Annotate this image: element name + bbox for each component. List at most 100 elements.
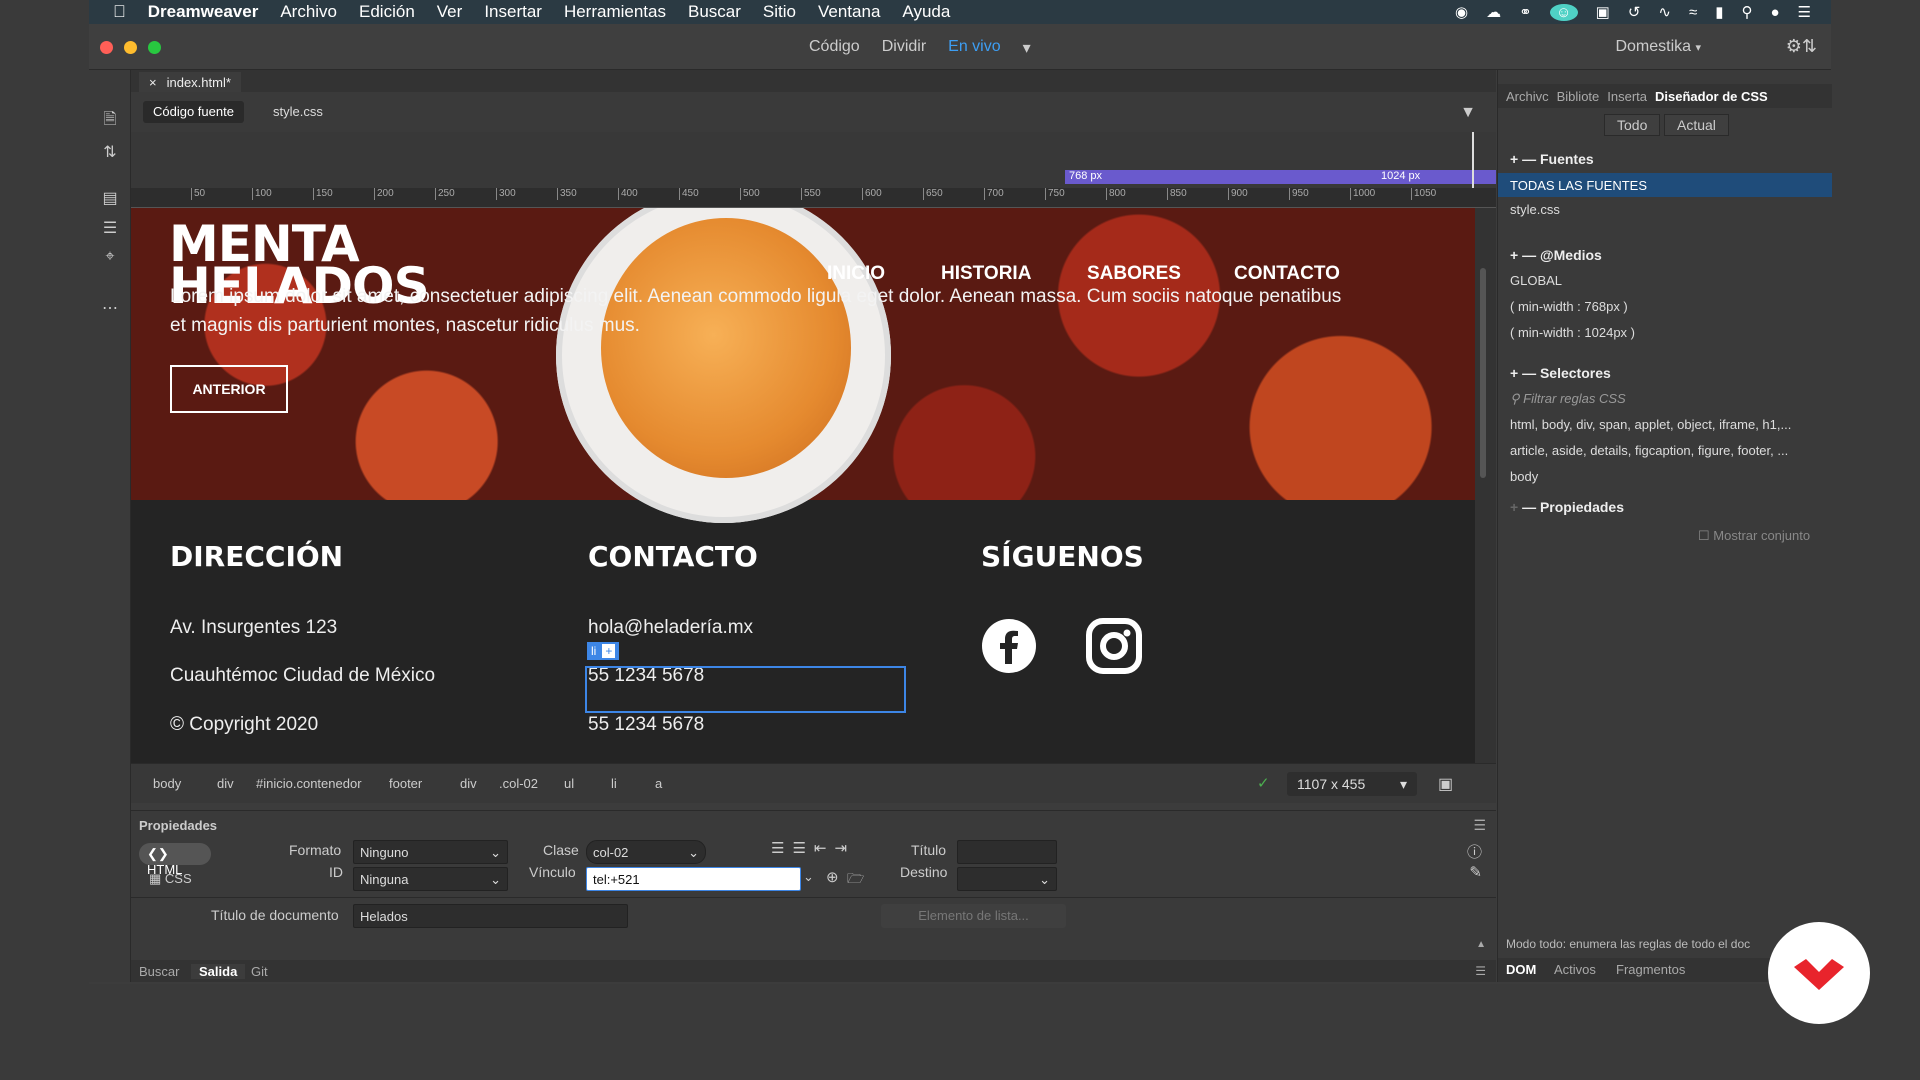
close-window-button[interactable] (100, 41, 113, 54)
dom-icon[interactable]: ☰ (99, 218, 121, 240)
bluetooth-icon[interactable]: ∿ (1658, 3, 1671, 21)
menu-sitio[interactable]: Sitio (763, 2, 796, 22)
scroll-thumb[interactable] (1480, 268, 1486, 478)
titulo-input[interactable] (957, 840, 1057, 864)
tag-inicio-contenedor[interactable]: #inicio.contenedor (256, 776, 362, 791)
mq-range-bar[interactable] (1065, 170, 1496, 184)
viewport-size-select[interactable]: 1107 x 455 ▾ (1287, 772, 1417, 796)
add-element-button[interactable]: + (602, 644, 616, 658)
search-icon[interactable]: ⚲ (1741, 3, 1752, 21)
vinculo-input[interactable]: tel:+521 (586, 867, 801, 891)
tab-buscar[interactable]: Buscar (139, 964, 179, 979)
media-1024[interactable]: ( min-width : 1024px ) (1510, 325, 1635, 340)
tab-dom[interactable]: DOM (1506, 962, 1536, 977)
live-view[interactable]: MENTA HELADOS INICIO HISTORIA SABORES CO… (131, 208, 1475, 763)
collapse-icon[interactable]: ▲ (1476, 939, 1486, 950)
email-link[interactable]: hola@heladería.mx (588, 617, 753, 639)
menu-buscar[interactable]: Buscar (688, 2, 741, 22)
selector-item[interactable]: body (1510, 469, 1538, 484)
element-hud[interactable]: li + (587, 642, 620, 660)
anterior-button[interactable]: ANTERIOR (170, 365, 288, 413)
panel-menu-icon[interactable]: ☰ (1473, 817, 1486, 834)
selectores-section[interactable]: + — Selectores (1498, 360, 1832, 386)
tag-li[interactable]: li (611, 776, 617, 791)
help-icon[interactable]: ⓘ (1467, 841, 1482, 862)
filter-icon[interactable]: ▼ (1460, 104, 1476, 122)
media-global[interactable]: GLOBAL (1510, 273, 1562, 288)
plus-icon[interactable]: + (1510, 247, 1518, 263)
html-tab[interactable]: ❮❯ HTML (139, 843, 211, 877)
id-select[interactable]: Ninguna ⌄ (353, 867, 508, 891)
fuentes-all-item[interactable]: TODAS LAS FUENTES (1498, 173, 1832, 197)
menu-ver[interactable]: Ver (437, 2, 463, 22)
tab-insertar[interactable]: Inserta (1607, 89, 1647, 104)
wifi-icon[interactable]: ≈ (1689, 4, 1697, 21)
tag-a[interactable]: a (655, 776, 662, 791)
phone-link[interactable]: 55 1234 5678 (588, 714, 704, 736)
tag-col-02[interactable]: .col-02 (499, 776, 538, 791)
chevron-down-icon[interactable]: ⌄ (803, 869, 814, 885)
siri-icon[interactable]: ● (1770, 4, 1779, 21)
menu-ayuda[interactable]: Ayuda (902, 2, 950, 22)
apple-icon[interactable]:  (113, 2, 126, 22)
cloud-icon[interactable]: ☁ (1486, 3, 1501, 21)
mode-en-vivo[interactable]: En vivo (948, 38, 1000, 58)
menu-edicion[interactable]: Edición (359, 2, 415, 22)
actual-button[interactable]: Actual (1664, 114, 1729, 136)
code-navigator-icon[interactable]: ▤ (99, 188, 121, 210)
menu-archivo[interactable]: Archivo (280, 2, 337, 22)
plus-icon[interactable]: + (1510, 365, 1518, 381)
mode-dividir[interactable]: Dividir (882, 38, 926, 58)
tab-archivos[interactable]: Archivc (1506, 89, 1549, 104)
mq-1024-label[interactable]: 1024 px (1381, 170, 1420, 182)
destino-select[interactable]: ⌄ (957, 867, 1057, 891)
mostrar-conjunto-checkbox[interactable]: ☐ Mostrar conjunto (1698, 528, 1810, 544)
tag-footer[interactable]: footer (389, 776, 422, 791)
chevron-down-icon[interactable]: ▾ (1023, 38, 1031, 58)
clase-select[interactable]: col-02 ⌄ (586, 840, 706, 864)
more-icon[interactable]: ⋯ (99, 298, 121, 320)
close-icon[interactable]: × (149, 75, 157, 90)
maximize-window-button[interactable] (148, 41, 161, 54)
facebook-icon[interactable] (981, 618, 1037, 674)
formato-select[interactable]: Ninguno ⌄ (353, 840, 508, 864)
vertical-scrollbar[interactable] (1475, 208, 1496, 763)
mode-codigo[interactable]: Código (809, 38, 860, 58)
minimize-window-button[interactable] (124, 41, 137, 54)
mq-768-label[interactable]: 768 px (1069, 170, 1102, 182)
tab-bibliotecas[interactable]: Bibliote (1557, 89, 1600, 104)
preview-icon[interactable]: ▣ (1438, 774, 1453, 794)
battery-icon[interactable]: ▮ (1715, 3, 1723, 21)
point-to-file-icon[interactable]: ⊕ (826, 868, 839, 886)
source-code-button[interactable]: Código fuente (143, 101, 244, 123)
tab-css-designer[interactable]: Diseñador de CSS (1655, 89, 1768, 104)
list-format-icons[interactable]: ☰☰⇤⇥ (771, 839, 855, 857)
messages-icon[interactable]: ☺ (1549, 3, 1578, 21)
tag-ul[interactable]: ul (564, 776, 574, 791)
notification-center-icon[interactable]: ☰ (1798, 3, 1811, 21)
filter-css-input[interactable]: ⚲ Filtrar reglas CSS (1510, 391, 1626, 407)
tag-div[interactable]: div (460, 776, 477, 791)
target-icon[interactable]: ⌖ (99, 248, 121, 270)
gear-icon[interactable]: ⚙⇅ (1786, 36, 1817, 57)
menu-ventana[interactable]: Ventana (818, 2, 880, 22)
tab-index-html[interactable]: × index.html* (139, 72, 241, 92)
display-icon[interactable]: ▣ (1596, 3, 1610, 21)
menu-insertar[interactable]: Insertar (484, 2, 542, 22)
doc-title-input[interactable]: Helados (353, 904, 628, 928)
tab-git[interactable]: Git (251, 964, 268, 979)
instagram-icon[interactable] (1086, 618, 1142, 674)
selector-item[interactable]: html, body, div, span, applet, object, i… (1510, 417, 1791, 432)
scrubber-line[interactable] (1472, 132, 1474, 188)
edit-icon[interactable]: ✎ (1469, 863, 1482, 881)
style-css-button[interactable]: style.css (263, 101, 333, 123)
workspace-selector[interactable]: Domestika ▾ (1615, 38, 1701, 56)
time-machine-icon[interactable]: ↺ (1628, 3, 1641, 21)
todo-button[interactable]: Todo (1604, 114, 1661, 136)
tab-activos[interactable]: Activos (1554, 962, 1596, 977)
medios-section[interactable]: + — @Medios (1498, 242, 1832, 268)
tag-body[interactable]: body (153, 776, 181, 791)
propiedades-section[interactable]: + — Propiedades (1498, 494, 1832, 520)
record-icon[interactable]: ◉ (1455, 3, 1468, 21)
media-768[interactable]: ( min-width : 768px ) (1510, 299, 1628, 314)
